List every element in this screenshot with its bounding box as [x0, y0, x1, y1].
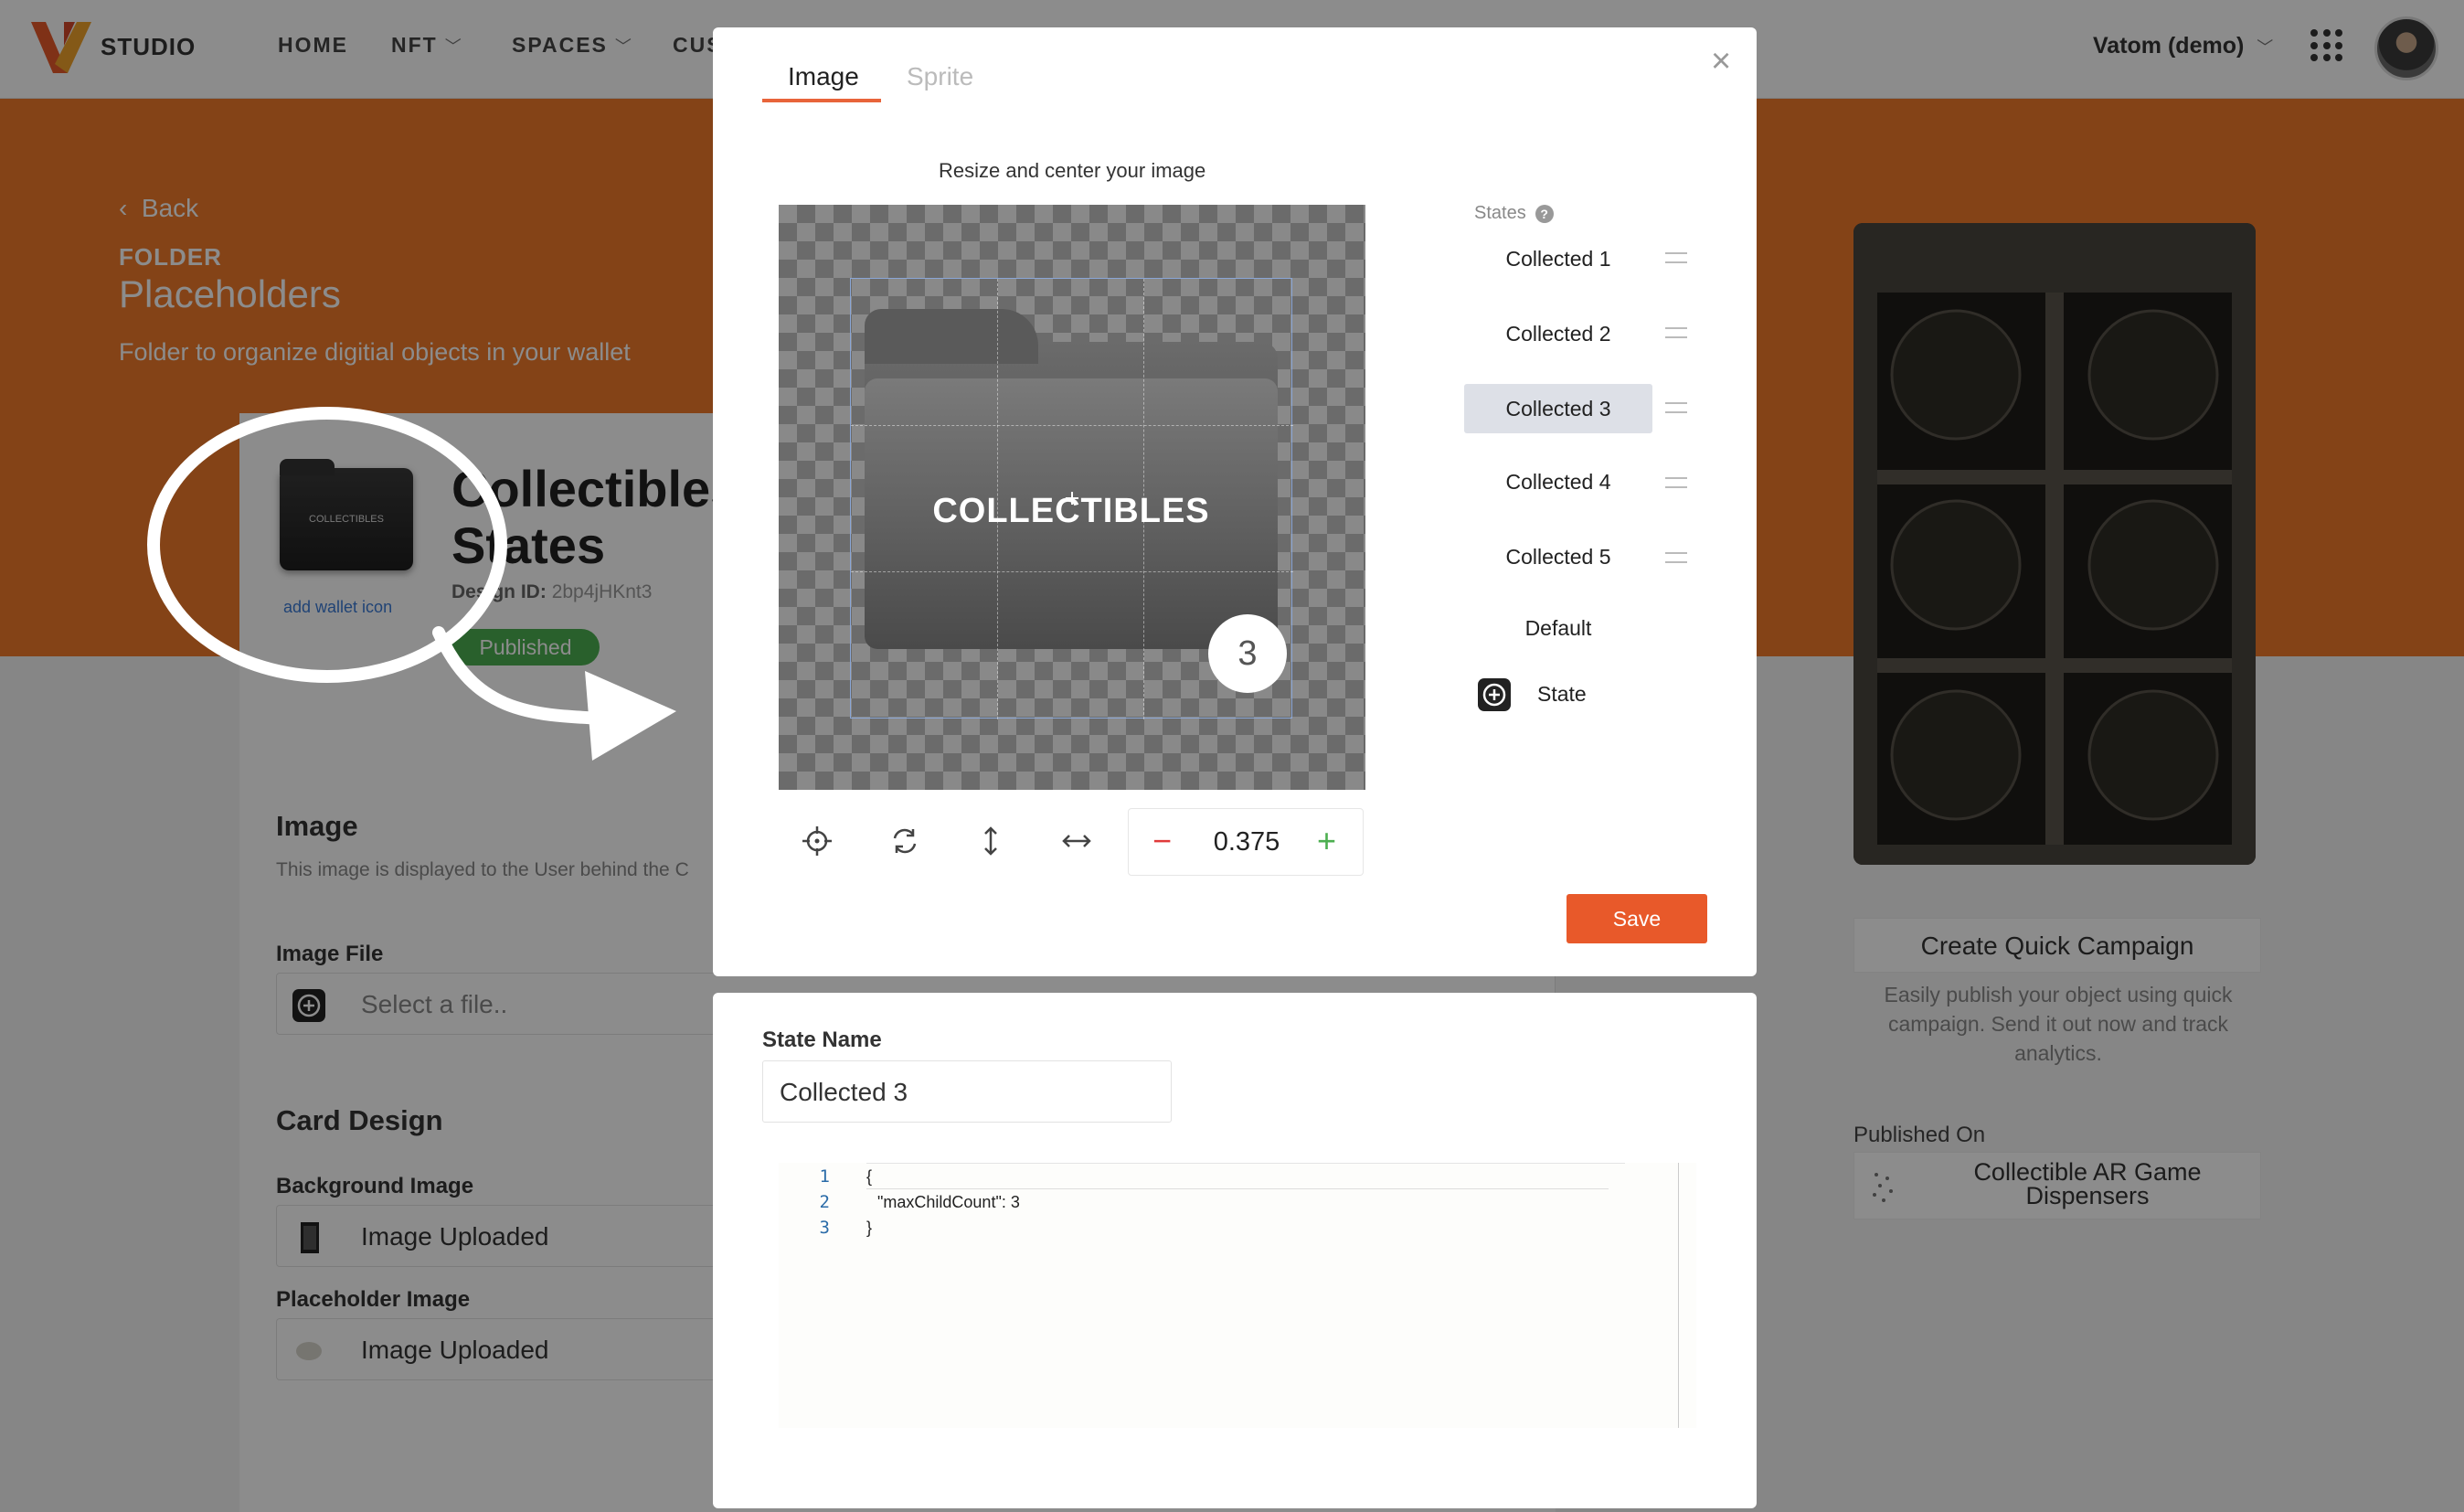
drag-handle-icon[interactable] [1665, 552, 1687, 563]
drag-handle-icon[interactable] [1665, 252, 1687, 263]
state-item-default[interactable]: Default [1464, 603, 1652, 653]
drag-handle-icon[interactable] [1665, 402, 1687, 413]
zoom-control: − 0.375 + [1128, 808, 1364, 876]
state-item-collected-4[interactable]: Collected 4 [1464, 457, 1652, 506]
code-line: "maxChildCount": 3 [877, 1193, 1020, 1211]
states-label-text: States [1474, 203, 1526, 223]
image-crop-canvas[interactable]: COLLECTIBLES 3 [779, 205, 1365, 790]
resize-instructions: Resize and center your image [939, 159, 1206, 182]
json-editor[interactable]: 1 2 3 { "maxChildCount": 3 } [779, 1163, 1696, 1428]
line-number: 1 [819, 1166, 830, 1187]
zoom-in-button[interactable]: + [1317, 822, 1336, 860]
state-item-collected-5[interactable]: Collected 5 [1464, 532, 1652, 581]
drag-handle-icon[interactable] [1665, 327, 1687, 338]
tab-sprite[interactable]: Sprite [907, 62, 973, 91]
center-crosshair [1066, 492, 1078, 505]
line-number: 3 [819, 1218, 830, 1238]
state-item-collected-3[interactable]: Collected 3 [1464, 384, 1652, 433]
code-line: } [866, 1219, 873, 1237]
state-item-collected-1[interactable]: Collected 1 [1464, 234, 1652, 283]
zoom-out-button[interactable]: − [1152, 822, 1172, 860]
vertical-arrows-icon[interactable] [972, 823, 1009, 859]
close-icon[interactable]: × [1711, 44, 1731, 79]
states-label: States? [1474, 203, 1554, 224]
drag-handle-icon[interactable] [1665, 477, 1687, 488]
code-line: { [866, 1167, 873, 1186]
line-number: 2 [819, 1192, 830, 1212]
plus-square-icon[interactable] [1477, 677, 1512, 712]
horizontal-arrows-icon[interactable] [1058, 823, 1095, 859]
refresh-icon[interactable] [887, 823, 923, 859]
zoom-value[interactable]: 0.375 [1193, 827, 1301, 857]
active-tab-indicator [762, 99, 881, 102]
count-badge: 3 [1208, 614, 1287, 693]
state-item-collected-2[interactable]: Collected 2 [1464, 309, 1652, 358]
state-name-label: State Name [762, 1028, 882, 1052]
state-name-input[interactable]: Collected 3 [762, 1060, 1172, 1123]
tab-image[interactable]: Image [788, 62, 859, 91]
crosshair-icon[interactable] [799, 823, 835, 859]
add-state-button[interactable]: State [1537, 682, 1587, 707]
save-button[interactable]: Save [1567, 894, 1707, 943]
annotation-circle-arrow [147, 407, 676, 761]
help-icon[interactable]: ? [1535, 205, 1554, 223]
